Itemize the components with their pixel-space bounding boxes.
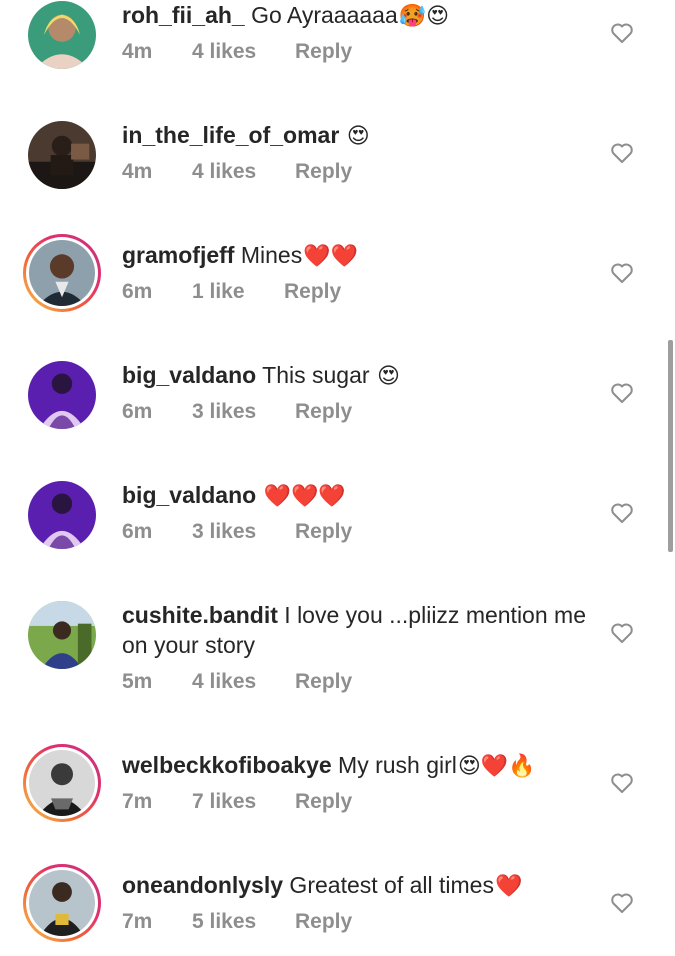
comment-emojis: 😍 xyxy=(346,123,370,148)
comment-time: 4m xyxy=(122,160,153,183)
comment-body: cushite.bandit I love you ...pliizz ment… xyxy=(122,600,602,661)
comment-username[interactable]: big_valdano xyxy=(122,482,256,508)
comment-text: This sugar xyxy=(256,362,376,388)
reply-button[interactable]: Reply xyxy=(284,280,341,304)
comment-meta: 5m 4 likes Reply xyxy=(122,670,602,694)
comment-meta: 4m 4 likes Reply xyxy=(122,40,602,64)
comment-username[interactable]: big_valdano xyxy=(122,362,256,388)
avatar[interactable] xyxy=(23,234,101,312)
comment-meta: 7m 7 likes Reply xyxy=(122,790,602,814)
comment-text xyxy=(256,482,262,508)
like-heart-icon[interactable] xyxy=(610,622,634,644)
comment-body: gramofjeff Mines❤️❤️ xyxy=(122,240,602,271)
comment-likes[interactable]: 4 likes xyxy=(192,160,295,184)
comment-body: big_valdano ❤️❤️❤️ xyxy=(122,480,602,511)
comment-time: 4m xyxy=(122,40,153,63)
avatar-image xyxy=(28,121,96,189)
story-ring xyxy=(26,867,98,939)
avatar-image xyxy=(28,1,96,69)
comment-likes[interactable]: 5 likes xyxy=(192,910,295,934)
avatar-image xyxy=(28,361,96,429)
comment-body: big_valdano This sugar 😍 xyxy=(122,360,602,391)
reply-button[interactable]: Reply xyxy=(295,520,352,544)
comment-emojis: 🥵😍 xyxy=(398,3,450,28)
comment-likes[interactable]: 3 likes xyxy=(192,520,295,544)
like-heart-icon[interactable] xyxy=(610,382,634,404)
avatar[interactable] xyxy=(23,356,101,434)
comment-likes[interactable]: 3 likes xyxy=(192,400,295,424)
avatar-image xyxy=(28,601,96,669)
comment-body: welbeckkofiboakye My rush girl😍❤️🔥 xyxy=(122,750,602,781)
avatar[interactable] xyxy=(23,864,101,942)
comment-text: Greatest of all times xyxy=(283,872,494,898)
reply-button[interactable]: Reply xyxy=(295,670,352,694)
comment-username[interactable]: gramofjeff xyxy=(122,242,234,268)
avatar[interactable] xyxy=(23,744,101,822)
comment-likes[interactable]: 4 likes xyxy=(192,40,295,64)
comment-body: roh_fii_ah_ Go Ayraaaaaa🥵😍 xyxy=(122,0,602,31)
comment-username[interactable]: cushite.bandit xyxy=(122,602,278,628)
story-ring xyxy=(26,237,98,309)
comment-time: 6m xyxy=(122,280,153,303)
comment-emojis: ❤️ xyxy=(494,873,523,898)
story-ring xyxy=(26,747,98,819)
like-heart-icon[interactable] xyxy=(610,22,634,44)
comment-username[interactable]: welbeckkofiboakye xyxy=(122,752,332,778)
like-heart-icon[interactable] xyxy=(610,892,634,914)
avatar[interactable] xyxy=(23,476,101,554)
comment-meta: 7m 5 likes Reply xyxy=(122,910,602,934)
reply-button[interactable]: Reply xyxy=(295,160,352,184)
comment-meta: 6m 3 likes Reply xyxy=(122,400,602,424)
comment-time: 6m xyxy=(122,520,153,543)
comment-likes[interactable]: 4 likes xyxy=(192,670,295,694)
comment-emojis: ❤️❤️ xyxy=(303,243,358,268)
reply-button[interactable]: Reply xyxy=(295,790,352,814)
like-heart-icon[interactable] xyxy=(610,502,634,524)
comment-body: oneandonlysly Greatest of all times❤️ xyxy=(122,870,602,901)
comment-body: in_the_life_of_omar 😍 xyxy=(122,120,602,151)
comment-emojis: ❤️❤️❤️ xyxy=(263,483,346,508)
comment-text: Go Ayraaaaaa xyxy=(244,2,398,28)
comment-likes[interactable]: 1 like xyxy=(192,280,284,304)
comment-time: 7m xyxy=(122,790,153,813)
comment-meta: 4m 4 likes Reply xyxy=(122,160,602,184)
avatar-image xyxy=(29,870,95,936)
avatar[interactable] xyxy=(23,596,101,674)
comment-meta: 6m 1 like Reply xyxy=(122,280,602,304)
comment-likes[interactable]: 7 likes xyxy=(192,790,295,814)
comment-emojis: 😍❤️🔥 xyxy=(457,753,536,778)
avatar[interactable] xyxy=(23,0,101,74)
comment-text: Mines xyxy=(234,242,303,268)
like-heart-icon[interactable] xyxy=(610,142,634,164)
comment-time: 6m xyxy=(122,400,153,423)
avatar-image xyxy=(29,750,95,816)
comment-username[interactable]: oneandonlysly xyxy=(122,872,283,898)
avatar-image xyxy=(28,481,96,549)
reply-button[interactable]: Reply xyxy=(295,400,352,424)
comment-text xyxy=(339,122,345,148)
comment-emojis: 😍 xyxy=(376,363,400,388)
avatar[interactable] xyxy=(23,116,101,194)
like-heart-icon[interactable] xyxy=(610,772,634,794)
comment-username[interactable]: roh_fii_ah_ xyxy=(122,2,245,28)
scrollbar-thumb[interactable] xyxy=(668,340,673,552)
comment-username[interactable]: in_the_life_of_omar xyxy=(122,122,339,148)
comment-time: 7m xyxy=(122,910,153,933)
comment-text: My rush girl xyxy=(331,752,457,778)
reply-button[interactable]: Reply xyxy=(295,40,352,64)
comment-meta: 6m 3 likes Reply xyxy=(122,520,602,544)
avatar-image xyxy=(29,240,95,306)
comment-time: 5m xyxy=(122,670,153,693)
reply-button[interactable]: Reply xyxy=(295,910,352,934)
like-heart-icon[interactable] xyxy=(610,262,634,284)
